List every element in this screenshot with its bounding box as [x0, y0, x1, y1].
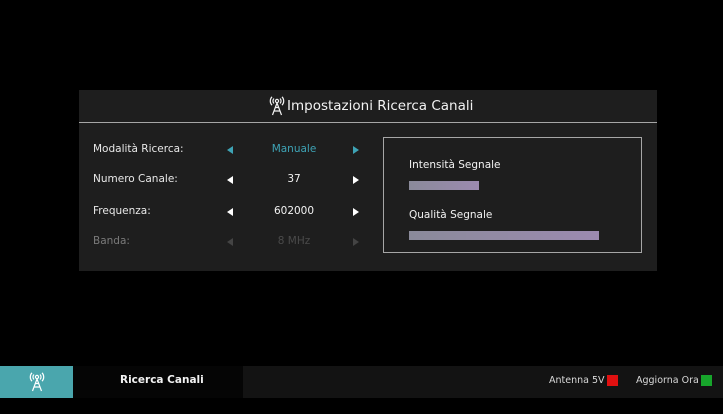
green-key-icon — [700, 375, 712, 386]
tab-label: Ricerca Canali — [120, 374, 204, 386]
arrow-right-icon[interactable] — [353, 208, 359, 216]
signal-strength-label: Intensità Segnale — [409, 159, 501, 171]
channel-search-settings-dialog: Impostazioni Ricerca Canali Modalità Ric… — [79, 90, 657, 271]
hint-antenna-5v[interactable]: Antenna 5V — [549, 375, 618, 386]
signal-strength-fill — [409, 181, 480, 190]
setting-value: 602000 — [273, 205, 315, 217]
signal-panel: Intensità Segnale Qualità Segnale — [383, 137, 642, 253]
hint-update-now[interactable]: Aggiorna Ora — [636, 375, 712, 386]
hint-label: Aggiorna Ora — [636, 375, 699, 386]
red-key-icon — [606, 375, 618, 386]
setting-row-search-mode[interactable]: Modalità Ricerca: Manuale — [79, 141, 369, 161]
bottom-icon-tile[interactable] — [0, 366, 73, 398]
signal-quality-bar — [409, 231, 599, 240]
signal-quality-label: Qualità Segnale — [409, 209, 493, 221]
arrow-right-icon — [353, 238, 359, 246]
antenna-icon — [29, 372, 44, 392]
setting-row-bandwidth: Banda: 8 MHz — [79, 233, 369, 253]
setting-label: Numero Canale: — [93, 173, 178, 185]
dialog-title: Impostazioni Ricerca Canali — [287, 98, 474, 114]
arrow-right-icon[interactable] — [353, 176, 359, 184]
signal-strength-bar — [409, 181, 599, 190]
setting-label: Modalità Ricerca: — [93, 143, 184, 155]
tab-channel-search[interactable]: Ricerca Canali — [73, 366, 243, 398]
arrow-left-icon[interactable] — [227, 176, 233, 184]
dialog-header: Impostazioni Ricerca Canali — [79, 90, 657, 123]
arrow-right-icon[interactable] — [353, 146, 359, 154]
setting-row-frequency[interactable]: Frequenza: 602000 — [79, 203, 369, 223]
antenna-icon — [269, 96, 285, 116]
setting-value: 8 MHz — [277, 235, 311, 247]
arrow-left-icon[interactable] — [227, 146, 233, 154]
arrow-left-icon — [227, 238, 233, 246]
arrow-left-icon[interactable] — [227, 208, 233, 216]
setting-value: 37 — [287, 173, 301, 185]
setting-label: Banda: — [93, 235, 130, 247]
hint-label: Antenna 5V — [549, 375, 605, 386]
setting-row-channel-number[interactable]: Numero Canale: 37 — [79, 171, 369, 191]
bottom-bar: Ricerca Canali Antenna 5V Aggiorna Ora — [0, 366, 723, 398]
setting-value: Manuale — [271, 143, 317, 155]
dialog-title-wrap: Impostazioni Ricerca Canali — [269, 94, 473, 118]
setting-label: Frequenza: — [93, 205, 151, 217]
signal-quality-fill — [409, 231, 599, 240]
screen: Impostazioni Ricerca Canali Modalità Ric… — [0, 0, 723, 414]
